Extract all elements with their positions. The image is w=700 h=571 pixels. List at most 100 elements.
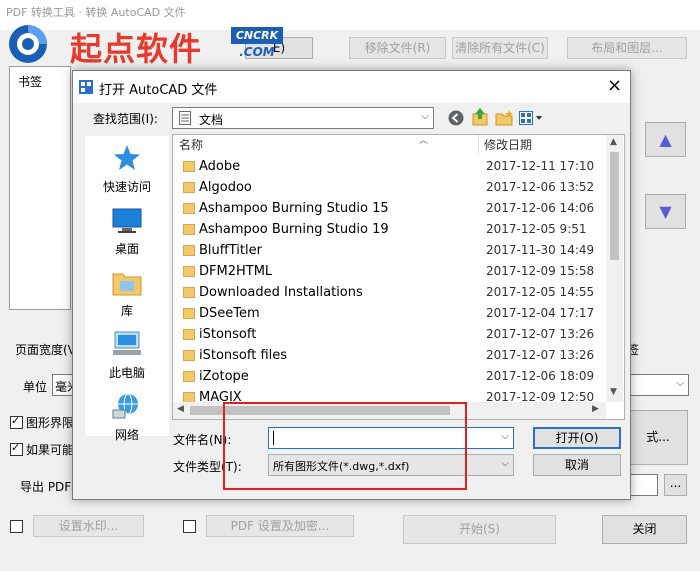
back-icon[interactable]	[448, 110, 464, 126]
boundary-label: 图形界限	[26, 416, 75, 430]
look-in-label: 查找范围(I):	[93, 112, 158, 126]
vertical-scrollbar[interactable]: ▲ ▼	[606, 135, 623, 402]
star-icon	[114, 145, 140, 170]
unit-select[interactable]: 毫米	[52, 374, 79, 396]
new-folder-icon[interactable]	[495, 110, 513, 126]
if-possible-checkbox[interactable]: ✓	[10, 441, 23, 456]
scroll-up-icon[interactable]: ▲	[610, 137, 617, 147]
file-date: 2017-12-07 13:26	[486, 348, 595, 362]
folder-icon	[183, 224, 195, 235]
format-button[interactable]: 式...	[628, 410, 688, 465]
table-row[interactable]: iStonsoft 2017-12-07 13:26	[173, 325, 603, 346]
pdf-security-button[interactable]: PDF 设置及加密...	[206, 515, 354, 537]
chevron-down-icon: ⌵	[676, 378, 684, 389]
place-library[interactable]: 库	[85, 264, 169, 324]
chevron-down-icon: ⌵	[501, 431, 509, 442]
table-row[interactable]: MAGIX 2017-12-09 12:50	[173, 388, 603, 402]
place-network[interactable]: 网络	[85, 388, 169, 448]
file-date: 2017-12-11 17:10	[486, 159, 595, 173]
folder-icon	[183, 350, 195, 361]
folder-icon	[183, 329, 195, 340]
scroll-down-icon[interactable]: ▼	[610, 387, 617, 397]
logo-text: 起点软件	[70, 30, 203, 68]
file-name: DFM2HTML	[199, 264, 273, 279]
check-icon: ✓	[11, 414, 21, 427]
watermark-button[interactable]: 设置水印...	[33, 515, 144, 537]
browse-button[interactable]: ...	[664, 474, 687, 496]
folder-icon	[183, 245, 195, 256]
move-down-button[interactable]: ▼	[645, 194, 686, 229]
table-row[interactable]: Adobe 2017-12-11 17:10	[173, 157, 603, 178]
folder-icon	[183, 266, 195, 277]
folder-icon	[183, 182, 195, 193]
column-header-modified[interactable]: 修改日期	[484, 135, 532, 155]
layout-layers-button[interactable]: 布局和图层...	[567, 37, 687, 59]
vertical-scroll-thumb[interactable]	[610, 152, 619, 260]
file-name: iStonsoft	[199, 327, 257, 342]
place-this-pc[interactable]: 此电脑	[85, 326, 169, 386]
site-logo: 起点软件 CNCRK .COM	[4, 22, 284, 68]
library-icon	[112, 273, 142, 296]
check-icon: ✓	[11, 441, 21, 454]
close-button[interactable]: 关闭	[602, 515, 687, 544]
file-date: 2017-12-09 15:58	[486, 264, 595, 278]
file-name: Adobe	[199, 159, 241, 174]
file-name: BluffTitler	[199, 243, 262, 258]
table-row[interactable]: iZotope 2017-12-06 18:09	[173, 367, 603, 388]
right-select[interactable]: ⌵	[628, 374, 689, 396]
folder-icon	[183, 371, 195, 382]
desktop-icon	[112, 208, 142, 233]
chevron-down-icon: ⌵	[421, 111, 429, 122]
computer-icon	[113, 331, 141, 355]
file-date: 2017-12-07 13:26	[486, 327, 595, 341]
boundary-checkbox[interactable]: ✓	[10, 414, 23, 429]
table-row[interactable]: Ashampoo Burning Studio 19 2017-12-05 9:5…	[173, 220, 603, 241]
scroll-left-icon[interactable]: ◀	[177, 404, 184, 414]
export-pdf-label: 导出 PDF	[20, 480, 72, 494]
export-path-input[interactable]	[628, 474, 658, 496]
file-name: Algodoo	[199, 180, 252, 195]
file-date: 2017-12-06 13:52	[486, 180, 595, 194]
folder-icon	[183, 392, 195, 402]
bookmark-panel	[9, 66, 71, 310]
table-row[interactable]: Downloaded Installations 2017-12-05 14:55	[173, 283, 603, 304]
arrow-down-icon: ▼	[659, 202, 672, 221]
dialog-close-icon[interactable]: ×	[607, 75, 622, 96]
column-header-name[interactable]: 名称	[179, 135, 203, 155]
clear-files-button[interactable]: 清除所有文件(C)	[452, 37, 548, 59]
dialog-title: 打开 AutoCAD 文件	[99, 83, 218, 98]
place-quick-access[interactable]: 快速访问	[85, 140, 169, 200]
folder-icon	[183, 203, 195, 214]
document-icon	[179, 111, 191, 125]
cancel-button[interactable]: 取消	[533, 454, 621, 476]
folder-icon	[183, 161, 195, 172]
chevron-down-icon: ⌵	[501, 458, 509, 469]
places-sidebar: 快速访问 桌面 库 此电脑 网络	[85, 136, 169, 442]
watermark-checkbox[interactable]	[10, 520, 23, 533]
page-width-label: 页面宽度(V	[15, 343, 76, 357]
file-name: iZotope	[199, 369, 249, 384]
open-button[interactable]: 打开(O)	[533, 427, 621, 449]
file-rows: Adobe 2017-12-11 17:10 Algodoo 2017-12-06 1…	[173, 157, 603, 402]
start-button[interactable]: 开始(S)	[403, 515, 556, 544]
pdf-security-checkbox[interactable]	[183, 520, 196, 533]
table-row[interactable]: DSeeTem 2017-12-04 17:17	[173, 304, 603, 325]
table-row[interactable]: Algodoo 2017-12-06 13:52	[173, 178, 603, 199]
table-row[interactable]: BluffTitler 2017-11-30 14:49	[173, 241, 603, 262]
up-folder-icon[interactable]	[472, 108, 488, 126]
place-desktop[interactable]: 桌面	[85, 202, 169, 262]
table-row[interactable]: iStonsoft files 2017-12-07 13:26	[173, 346, 603, 367]
table-row[interactable]: Ashampoo Burning Studio 15 2017-12-06 14:…	[173, 199, 603, 220]
logo-swirl-icon	[9, 25, 47, 63]
logo-badge: CNCRK .COM	[231, 27, 283, 63]
remove-file-button[interactable]: 移除文件(R)	[349, 37, 446, 59]
look-in-select[interactable]: 文档 ⌵	[172, 107, 434, 129]
folder-icon	[183, 308, 195, 319]
table-row[interactable]: DFM2HTML 2017-12-09 15:58	[173, 262, 603, 283]
dialog-title-bar: 打开 AutoCAD 文件 ×	[73, 71, 630, 103]
move-up-button[interactable]: ▲	[645, 122, 686, 157]
scroll-right-icon[interactable]: ▶	[592, 404, 599, 414]
file-date: 2017-12-05 14:55	[486, 285, 595, 299]
file-name: MAGIX	[199, 390, 242, 402]
view-menu-icon[interactable]	[519, 111, 543, 125]
